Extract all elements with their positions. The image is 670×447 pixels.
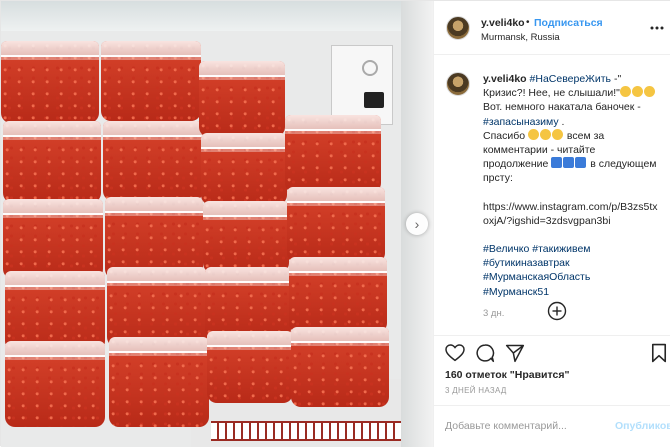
- caviar-jar: [107, 267, 207, 347]
- info-emoji-icon: [575, 157, 587, 169]
- follow-button[interactable]: Подписаться: [534, 17, 603, 29]
- caviar-jar: [3, 199, 103, 279]
- grin-emoji-icon: [643, 86, 655, 98]
- caviar-jar: [201, 133, 287, 205]
- caviar-jar: [109, 337, 209, 427]
- fridge-ceiling: [1, 1, 433, 31]
- caption-segment: Вот. немного накатала баночек -: [483, 101, 641, 114]
- chevron-right-icon: ›: [414, 216, 420, 232]
- comment-form: Опубликовать: [433, 405, 670, 447]
- instagram-post: › y.veli4ko • Подписаться Murmansk, Russ…: [0, 0, 670, 447]
- info-emoji-icon: [551, 157, 563, 169]
- caviar-jar: [285, 115, 381, 193]
- hashtag-link[interactable]: #МурманскаяОбласть: [483, 271, 590, 283]
- caviar-jar: [3, 121, 101, 203]
- caption-time: 3 дн.: [483, 307, 505, 319]
- thermostat-dial: [362, 60, 378, 76]
- grin-emoji-icon: [619, 86, 631, 98]
- caviar-jar: [205, 267, 291, 339]
- caviar-jar: [199, 61, 285, 137]
- caviar-jar: [1, 41, 99, 123]
- caption-comment: y.veli4ko #НаСевереЖить -" Кризис?! Нее,…: [434, 61, 670, 331]
- caption-segment: .: [558, 115, 565, 128]
- thermostat-knob: [364, 92, 384, 108]
- heart-icon[interactable]: [445, 344, 465, 362]
- shelf-ornament: [211, 421, 401, 441]
- hashtag-link[interactable]: #Величко: [483, 243, 529, 255]
- next-photo-button[interactable]: ›: [406, 213, 428, 235]
- hashtag-link[interactable]: #Мурманск51: [483, 286, 549, 298]
- hashtag-link[interactable]: #такиживем: [532, 243, 590, 255]
- hashtag-link[interactable]: #НаСевереЖить: [530, 73, 612, 85]
- avatar[interactable]: [446, 72, 470, 96]
- post-photo[interactable]: ›: [1, 1, 433, 447]
- caviar-jar: [103, 121, 203, 201]
- hashtag-link[interactable]: #бутикиназавтрак: [483, 257, 570, 269]
- info-emoji-icon: [563, 157, 575, 169]
- pray-emoji-icon: [540, 128, 551, 140]
- bookmark-icon[interactable]: [651, 343, 667, 363]
- caviar-jar: [287, 187, 385, 263]
- fridge-thermostat: [331, 45, 393, 125]
- caviar-jar: [5, 271, 105, 351]
- caviar-jar: [291, 327, 389, 407]
- caviar-jar: [289, 257, 387, 333]
- comment-input[interactable]: [445, 418, 595, 434]
- separator-dot: •: [526, 17, 530, 28]
- location-link[interactable]: Murmansk, Russia: [481, 32, 560, 43]
- likes-count[interactable]: 160 отметок "Нравится": [445, 369, 569, 381]
- caviar-jar: [203, 201, 289, 273]
- header-username[interactable]: y.veli4ko: [481, 17, 525, 29]
- caption-username[interactable]: y.veli4ko: [483, 73, 527, 85]
- grin-emoji-icon: [631, 86, 643, 98]
- caviar-jar: [207, 331, 293, 403]
- caption-segment: Спасибо: [483, 129, 528, 142]
- caviar-jar: [5, 341, 105, 427]
- caption-text: y.veli4ko #НаСевереЖить -" Кризис?! Нее,…: [483, 72, 659, 321]
- comment-icon[interactable]: [475, 343, 495, 363]
- publish-button[interactable]: Опубликовать: [615, 420, 670, 432]
- caviar-jar: [101, 41, 201, 121]
- hashtag-link[interactable]: #запасыназиму: [483, 116, 559, 128]
- pray-emoji-icon: [552, 128, 563, 140]
- caption-link: https://www.instagram.com/p/B3zs5txoxjA/…: [483, 200, 658, 227]
- add-icon[interactable]: [547, 301, 567, 321]
- pray-emoji-icon: [528, 128, 539, 140]
- post-header: y.veli4ko • Подписаться Murmansk, Russia: [434, 1, 670, 55]
- more-icon[interactable]: [650, 21, 664, 35]
- avatar[interactable]: [446, 16, 470, 40]
- share-icon[interactable]: [505, 343, 525, 363]
